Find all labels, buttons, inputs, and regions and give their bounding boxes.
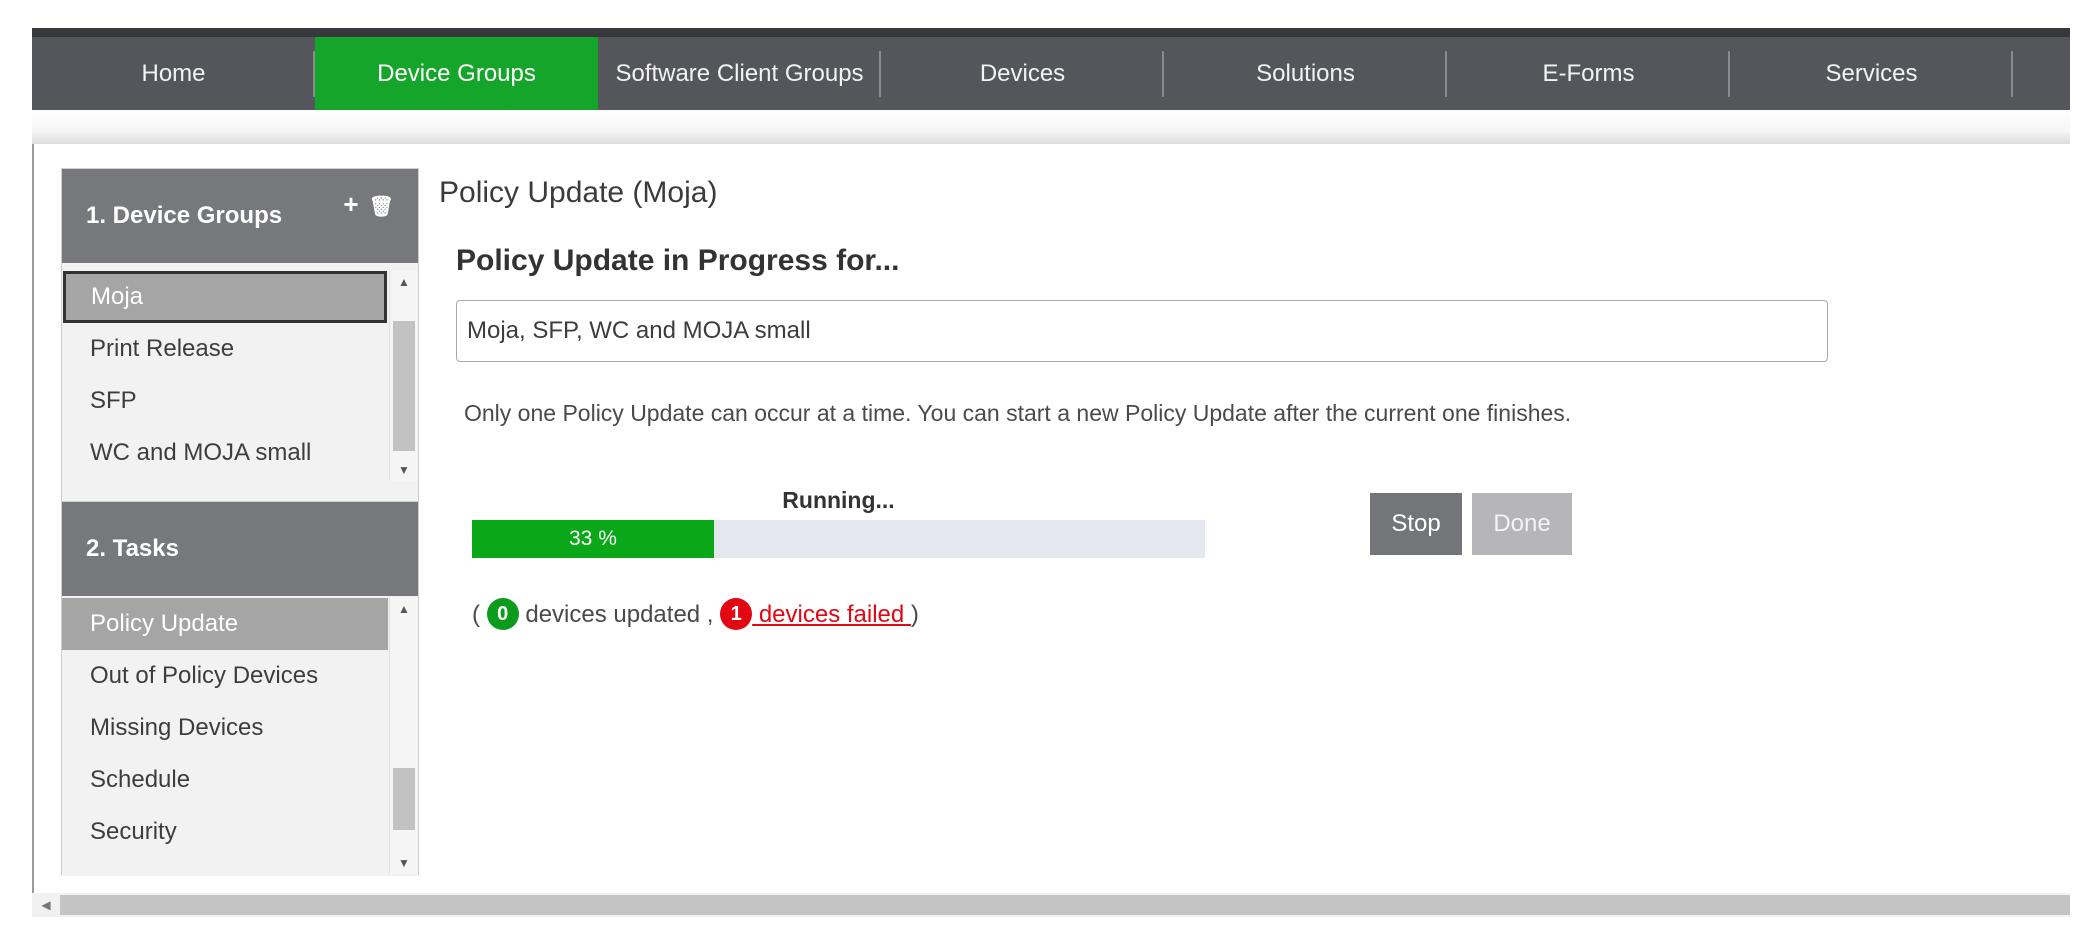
nav-e-forms[interactable]: E-Forms xyxy=(1447,37,1730,110)
section-title: Policy Update in Progress for... xyxy=(456,244,900,277)
task-item-out-of-policy-devices[interactable]: Out of Policy Devices xyxy=(62,650,388,702)
group-item-sfp[interactable]: SFP xyxy=(62,375,388,427)
open-paren: ( xyxy=(472,601,480,628)
page-title: Policy Update (Moja) xyxy=(439,176,718,209)
nav-shadow xyxy=(32,110,2070,144)
tasks-list: Policy Update Out of Policy Devices Miss… xyxy=(62,596,418,876)
info-text: Only one Policy Update can occur at a ti… xyxy=(464,400,1572,426)
updated-count-badge: 0 xyxy=(486,597,519,630)
close-paren: ) xyxy=(910,601,919,628)
tasks-title: 2. Tasks xyxy=(86,535,179,562)
tasks-header: 2. Tasks xyxy=(62,502,418,596)
device-groups-title: 1. Device Groups xyxy=(86,202,283,229)
task-item-policy-update[interactable]: Policy Update xyxy=(62,598,388,650)
tasks-scrollbar[interactable]: ▲ ▼ xyxy=(389,598,418,874)
horizontal-scrollbar[interactable]: ◀ xyxy=(32,893,2070,917)
update-status-line: ( 0 devices updated , 1 devices failed ) xyxy=(472,597,919,632)
task-item-missing-devices[interactable]: Missing Devices xyxy=(62,702,388,754)
scroll-left-arrow-icon[interactable]: ◀ xyxy=(32,893,60,917)
done-button[interactable]: Done xyxy=(1472,493,1572,555)
scroll-down-arrow-icon[interactable]: ▼ xyxy=(390,459,418,481)
device-groups-scrollbar[interactable]: ▲ ▼ xyxy=(389,271,418,481)
window-left-border xyxy=(32,144,34,893)
add-icon[interactable]: + xyxy=(343,189,358,219)
scroll-thumb[interactable] xyxy=(393,321,415,451)
top-navigation: Home Device Groups Software Client Group… xyxy=(32,28,2070,110)
device-groups-header: 1. Device Groups + 🗑 xyxy=(62,169,418,263)
device-groups-panel: 1. Device Groups + 🗑 Moja Print Release S… xyxy=(61,168,419,519)
nav-software-client-groups[interactable]: Software Client Groups xyxy=(598,37,881,110)
group-item-moja[interactable]: Moja xyxy=(63,271,387,323)
failed-count-badge[interactable]: 1 xyxy=(720,597,753,630)
running-status-label: Running... xyxy=(782,487,895,513)
device-groups-list: Moja Print Release SFP WC and MOJA small… xyxy=(62,263,418,519)
scroll-thumb[interactable] xyxy=(393,768,415,830)
nav-services[interactable]: Services xyxy=(1730,37,2013,110)
group-item-wc-and-moja-small[interactable]: WC and MOJA small xyxy=(62,427,388,479)
trash-icon[interactable]: 🗑 xyxy=(369,196,394,218)
progress-bar: 33 % xyxy=(472,520,1205,558)
nav-devices[interactable]: Devices xyxy=(881,37,1164,110)
scroll-up-arrow-icon[interactable]: ▲ xyxy=(390,271,418,293)
nav-device-groups[interactable]: Device Groups xyxy=(315,37,598,110)
horizontal-scroll-thumb[interactable] xyxy=(60,895,2070,915)
devices-failed-link[interactable]: devices failed xyxy=(752,601,911,628)
group-item-print-release[interactable]: Print Release xyxy=(62,323,388,375)
tasks-panel: 2. Tasks Policy Update Out of Policy Dev… xyxy=(61,501,419,876)
progress-text: 33 % xyxy=(569,527,617,550)
app-window: Home Device Groups Software Client Group… xyxy=(32,28,2070,917)
stop-button[interactable]: Stop xyxy=(1370,493,1462,555)
nav-home[interactable]: Home xyxy=(32,37,315,110)
nav-solutions[interactable]: Solutions xyxy=(1164,37,1447,110)
groups-in-progress-field[interactable]: Moja, SFP, WC and MOJA small xyxy=(456,300,1828,362)
scroll-down-arrow-icon[interactable]: ▼ xyxy=(390,852,418,874)
task-item-schedule[interactable]: Schedule xyxy=(62,754,388,806)
scroll-up-arrow-icon[interactable]: ▲ xyxy=(390,598,418,620)
task-item-security[interactable]: Security xyxy=(62,806,388,858)
devices-updated-text: devices updated , xyxy=(525,601,714,628)
